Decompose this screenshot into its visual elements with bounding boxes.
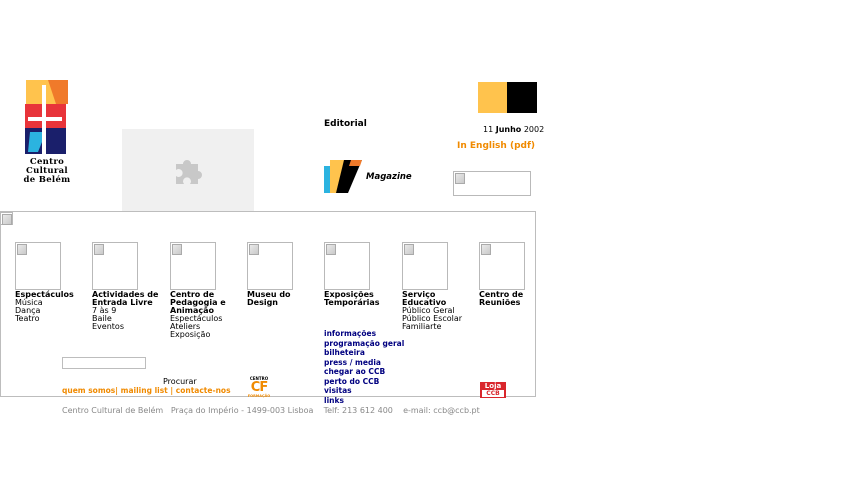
bottom-links: quem somos| mailing list | contacte-nos [62, 386, 231, 395]
accent-block-yellow [478, 82, 507, 113]
loja-label: Loja [484, 382, 502, 390]
accent-block-black [507, 82, 537, 113]
section-image[interactable] [324, 242, 370, 290]
section-espectaculos[interactable]: Espectáculos Música Dança Teatro [15, 242, 89, 323]
section-reunioes[interactable]: Centro de Reuniões [479, 242, 539, 307]
footer: Centro Cultural de Belém Praça do Impéri… [62, 406, 480, 415]
section-item[interactable]: Teatro [15, 315, 89, 323]
section-title[interactable]: Design [247, 299, 321, 307]
section-exposicoes[interactable]: Exposições Temporárias [324, 242, 398, 307]
mailing-list-link[interactable]: mailing list [121, 386, 168, 395]
section-museu[interactable]: Museu do Design [247, 242, 321, 307]
link-programacao[interactable]: programação geral [324, 339, 404, 349]
section-item[interactable]: Exposição [170, 331, 244, 339]
plugin-placeholder[interactable] [122, 129, 254, 211]
about-link[interactable]: quem somos [62, 386, 115, 395]
section-image[interactable] [247, 242, 293, 290]
section-item[interactable]: Eventos [92, 323, 166, 331]
contact-link[interactable]: contacte-nos [176, 386, 231, 395]
magazine-icon [324, 160, 362, 193]
date: 11 Junho 2002 [483, 125, 544, 134]
section-actividades[interactable]: Actividades de Entrada Livre 7 às 9 Bail… [92, 242, 166, 331]
section-image[interactable] [92, 242, 138, 290]
link-visitas[interactable]: visitas [324, 386, 404, 396]
section-image[interactable] [402, 242, 448, 290]
ccb-logo[interactable]: Centro Cultural de Belém [16, 80, 78, 188]
section-item[interactable]: Familiarte [402, 323, 476, 331]
search-button[interactable]: Procurar [163, 377, 197, 386]
logo-line-3: de Belém [23, 175, 71, 185]
frame-corner-image [0, 212, 13, 225]
link-links[interactable]: links [324, 396, 404, 406]
footer-address: Praça do Império - 1499-003 Lisboa [170, 406, 314, 415]
footer-phone: Telf: 213 612 400 [323, 406, 393, 415]
cf-formacao-logo[interactable]: CENTRO CF FORMAÇÃO [246, 377, 272, 399]
sections-row: Espectáculos Música Dança Teatro Activid… [15, 242, 535, 352]
separator: | [170, 386, 174, 395]
magazine-link[interactable]: Magazine [324, 160, 424, 194]
banner-image[interactable] [453, 171, 531, 196]
footer-email[interactable]: e-mail: ccb@ccb.pt [403, 406, 480, 415]
section-title[interactable]: Reuniões [479, 299, 539, 307]
info-links: informações programação geral bilheteira… [324, 329, 404, 405]
loja-ccb-logo[interactable]: Loja CCB [480, 382, 506, 398]
ccb-logo-mark [25, 80, 68, 155]
search-input[interactable] [62, 357, 146, 369]
loja-ccb-label: CCB [482, 390, 504, 397]
link-informacoes[interactable]: informações [324, 329, 404, 339]
link-press[interactable]: press / media [324, 358, 404, 368]
section-pedagogia[interactable]: Centro de Pedagogia e Animação Espectácu… [170, 242, 244, 339]
cf-mark: CF [250, 380, 268, 395]
puzzle-icon [176, 160, 202, 184]
footer-name: Centro Cultural de Belém [62, 406, 164, 415]
magazine-label: Magazine [366, 172, 412, 182]
separator: | [115, 386, 119, 395]
section-servico[interactable]: Serviço Educativo Público Geral Público … [402, 242, 476, 331]
date-year: 2002 [523, 125, 545, 134]
cf-bottom-label: FORMAÇÃO [247, 394, 271, 398]
section-image[interactable] [15, 242, 61, 290]
english-pdf-link[interactable]: In English (pdf) [457, 141, 535, 151]
link-chegar[interactable]: chegar ao CCB [324, 367, 404, 377]
date-day: 11 [483, 125, 494, 134]
date-month: Junho [495, 125, 522, 134]
link-bilheteira[interactable]: bilheteira [324, 348, 404, 358]
link-perto[interactable]: perto do CCB [324, 377, 404, 387]
section-image[interactable] [479, 242, 525, 290]
section-image[interactable] [170, 242, 216, 290]
editorial-link[interactable]: Editorial [324, 119, 367, 129]
section-title[interactable]: Temporárias [324, 299, 398, 307]
